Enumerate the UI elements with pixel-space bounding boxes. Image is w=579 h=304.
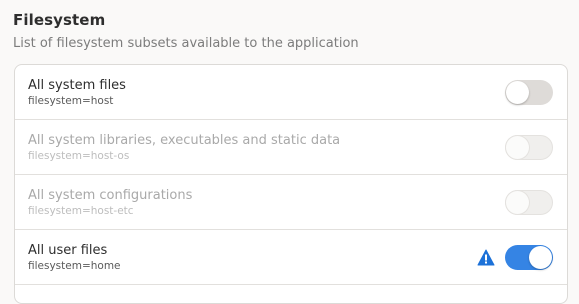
filesystem-section-description: List of filesystem subsets available to … <box>13 36 359 51</box>
row-title: All system configurations <box>28 188 193 203</box>
row-subtitle: filesystem=home <box>28 260 121 272</box>
filesystem-list: All system files filesystem=host All sys… <box>14 64 568 304</box>
filesystem-section-title: Filesystem <box>13 11 106 29</box>
host-toggle-switch[interactable] <box>505 80 553 105</box>
host-os-toggle-switch <box>505 135 553 160</box>
row-title: All system libraries, executables and st… <box>28 133 341 148</box>
row-system-configurations: All system configurations filesystem=hos… <box>15 175 567 230</box>
host-etc-toggle-switch <box>505 190 553 215</box>
row-system-libraries: All system libraries, executables and st… <box>15 120 567 175</box>
row-title: All user files <box>28 243 108 258</box>
warning-triangle-icon[interactable] <box>477 249 495 266</box>
row-all-system-files: All system files filesystem=host <box>15 65 567 120</box>
switch-knob <box>506 136 529 159</box>
row-subtitle: filesystem=host-os <box>28 150 130 162</box>
row-subtitle: filesystem=host-etc <box>28 205 134 217</box>
row-all-user-files: All user files filesystem=home <box>15 230 567 285</box>
switch-knob <box>506 81 529 104</box>
home-toggle-switch[interactable] <box>505 245 553 270</box>
switch-knob <box>506 191 529 214</box>
row-title: All system files <box>28 78 126 93</box>
switch-knob <box>529 246 552 269</box>
row-subtitle: filesystem=host <box>28 95 114 107</box>
